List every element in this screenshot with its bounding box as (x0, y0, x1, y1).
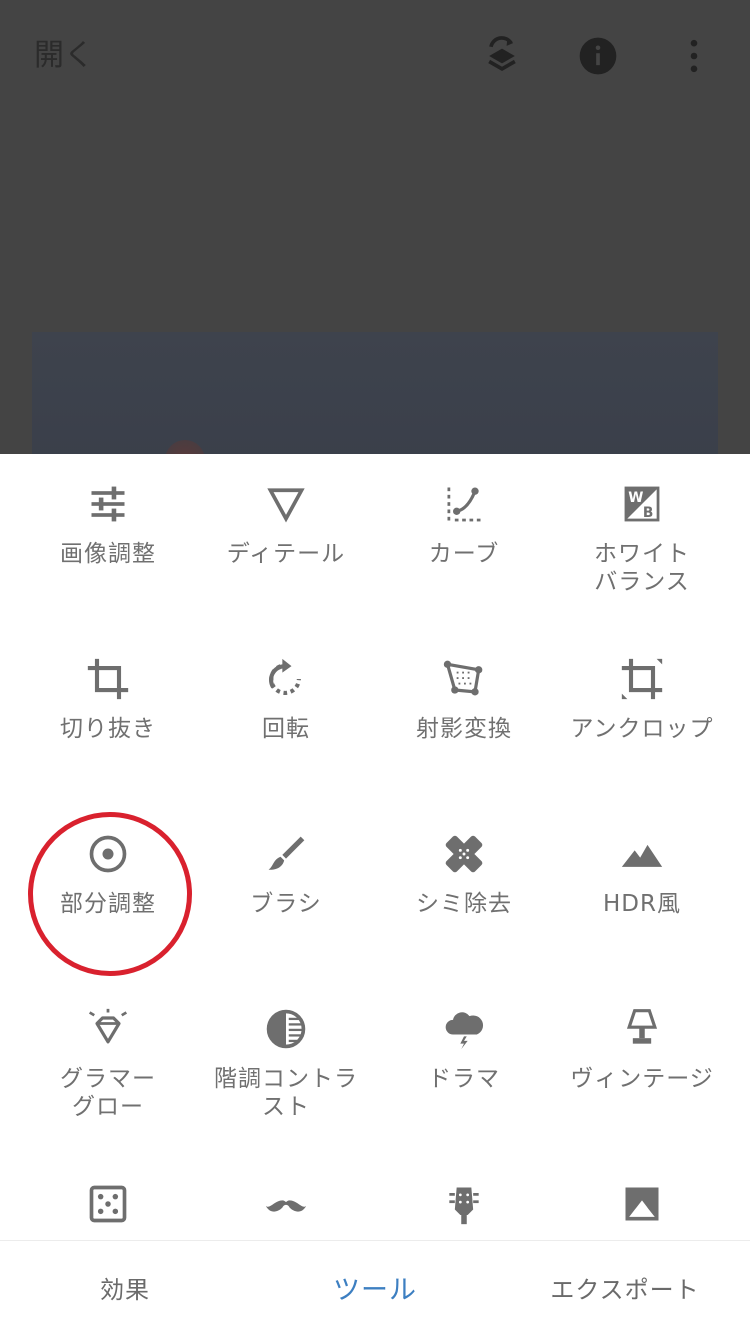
tonal-contrast-icon (262, 1005, 310, 1053)
tool-label: 回転 (262, 716, 310, 742)
tool-label: カーブ (428, 541, 500, 567)
tool-healing[interactable]: シミ除去 (375, 830, 553, 918)
mountains-icon (618, 830, 666, 878)
bottom-nav: 効果 ツール エクスポート (0, 1240, 750, 1334)
open-button[interactable]: 開く (34, 30, 94, 82)
storm-cloud-icon (440, 1005, 488, 1053)
tool-label: シミ除去 (416, 891, 512, 917)
tool-glamour-glow[interactable]: グラマー グロー (19, 1005, 197, 1121)
svg-text:B: B (643, 505, 653, 521)
tab-looks[interactable]: 効果 (0, 1241, 250, 1334)
tool-rotate[interactable]: 回転 (197, 655, 375, 743)
grainy-film-icon (84, 1180, 132, 1228)
curve-icon (440, 480, 488, 528)
tool-label: ヴィンテージ (570, 1066, 714, 1092)
photo-preview (32, 332, 718, 454)
brush-icon (262, 830, 310, 878)
info-icon[interactable] (574, 32, 622, 80)
white-balance-icon: W B (618, 480, 666, 528)
tool-expand[interactable]: アンクロップ (553, 655, 731, 743)
tools-panel: 画像調整 ディテール カーブ W B ホワイト バランス 切り抜き 回転 射影変… (0, 454, 750, 1240)
tool-label: ドラマ (428, 1066, 500, 1092)
tab-export[interactable]: エクスポート (500, 1241, 750, 1334)
tool-label: 切り抜き (60, 716, 156, 742)
tab-tools[interactable]: ツール (250, 1241, 500, 1334)
tool-selective[interactable]: 部分調整 (19, 830, 197, 918)
tool-label: ブラシ (250, 891, 322, 917)
tool-grainy-film[interactable] (19, 1180, 197, 1228)
crop-icon (84, 655, 132, 703)
tool-retrolux[interactable] (197, 1180, 375, 1228)
tool-label: 階調コントラ スト (214, 1066, 358, 1120)
tool-label: アンクロップ (570, 716, 714, 742)
image-preview-area: 開く (0, 0, 750, 454)
tool-label: HDR風 (603, 891, 681, 917)
tool-tune-image[interactable]: 画像調整 (19, 480, 197, 568)
tool-perspective[interactable]: 射影変換 (375, 655, 553, 743)
svg-text:W: W (628, 490, 643, 506)
tool-label: ディテール (226, 541, 346, 567)
mustache-icon (262, 1180, 310, 1228)
tool-drama[interactable]: ドラマ (375, 1005, 553, 1093)
tool-label: 射影変換 (416, 716, 512, 742)
healing-bandage-icon (440, 830, 488, 878)
triangle-down-icon (262, 480, 310, 528)
selective-target-icon (84, 830, 132, 878)
black-white-icon (618, 1180, 666, 1228)
tool-curves[interactable]: カーブ (375, 480, 553, 568)
tool-grunge[interactable] (375, 1180, 553, 1228)
tool-vintage[interactable]: ヴィンテージ (553, 1005, 731, 1093)
tool-tonal-contrast[interactable]: 階調コントラ スト (197, 1005, 375, 1121)
diamond-glow-icon (84, 1005, 132, 1053)
perspective-icon (440, 655, 488, 703)
tool-label: ホワイト バランス (594, 541, 690, 595)
layers-revert-icon[interactable] (478, 32, 526, 80)
rotate-icon (262, 655, 310, 703)
tune-sliders-icon (84, 480, 132, 528)
more-vert-icon[interactable] (670, 32, 718, 80)
guitar-head-icon (440, 1180, 488, 1228)
tool-label: 画像調整 (60, 541, 156, 567)
tool-label: 部分調整 (60, 891, 156, 917)
tool-black-white[interactable] (553, 1180, 731, 1228)
tool-brush[interactable]: ブラシ (197, 830, 375, 918)
tool-white-balance[interactable]: W B ホワイト バランス (553, 480, 731, 596)
lamp-icon (618, 1005, 666, 1053)
tool-details[interactable]: ディテール (197, 480, 375, 568)
uncrop-icon (618, 655, 666, 703)
tool-crop[interactable]: 切り抜き (19, 655, 197, 743)
tool-hdr[interactable]: HDR風 (553, 830, 731, 918)
tool-label: グラマー グロー (60, 1066, 156, 1120)
